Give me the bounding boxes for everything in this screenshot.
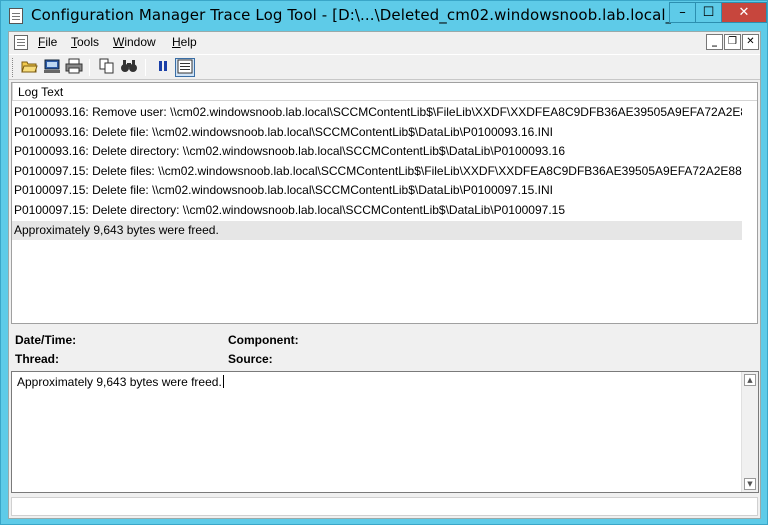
print-preview-icon[interactable] xyxy=(42,58,62,77)
menu-bar: File Tools Window Help _ ❐ ✕ xyxy=(9,32,760,54)
document-icon[interactable] xyxy=(14,35,28,50)
log-row-selected[interactable]: Approximately 9,643 bytes were freed. xyxy=(12,220,742,241)
status-bar xyxy=(9,494,760,518)
toolbar-separator xyxy=(89,59,90,76)
log-row[interactable]: P0100093.16: Delete directory: \\cm02.wi… xyxy=(12,142,742,162)
mdi-close-button[interactable]: ✕ xyxy=(742,34,759,50)
close-button[interactable]: ✕ xyxy=(721,2,767,23)
menu-help[interactable]: Help xyxy=(172,35,197,49)
log-text-column-label: Log Text xyxy=(18,85,64,99)
print-icon[interactable] xyxy=(64,58,84,77)
menu-help-rest: elp xyxy=(180,35,197,49)
log-row[interactable]: P0100093.16: Delete file: \\cm02.windows… xyxy=(12,123,742,143)
log-view-icon[interactable] xyxy=(175,58,195,77)
log-row[interactable]: P0100097.15: Delete file: \\cm02.windows… xyxy=(12,181,742,201)
maximize-button[interactable]: ☐ xyxy=(695,2,722,23)
scroll-down-icon[interactable]: ▼ xyxy=(744,478,756,490)
detail-text-value: Approximately 9,643 bytes were freed. xyxy=(17,375,222,389)
scroll-up-icon[interactable]: ▲ xyxy=(744,374,756,386)
app-window: Configuration Manager Trace Log Tool - [… xyxy=(0,0,768,525)
pause-icon[interactable] xyxy=(153,58,173,77)
log-rows: P0100093.16: Remove user: \\cm02.windows… xyxy=(12,103,757,241)
menu-window-key: W xyxy=(113,35,125,49)
menu-help-key: H xyxy=(172,35,181,49)
menu-window-rest: indow xyxy=(124,35,156,49)
client-area: File Tools Window Help _ ❐ ✕ Log Text P0… xyxy=(8,31,761,519)
log-row[interactable]: P0100097.15: Delete files: \\cm02.window… xyxy=(12,162,742,182)
menu-window[interactable]: Window xyxy=(113,35,156,49)
log-row[interactable]: P0100097.15: Delete directory: \\cm02.wi… xyxy=(12,201,742,221)
menu-tools[interactable]: Tools xyxy=(71,35,99,49)
log-list[interactable]: Log Text P0100093.16: Remove user: \\cm0… xyxy=(11,82,758,324)
thread-label: Thread: xyxy=(15,352,60,366)
menu-file[interactable]: File xyxy=(38,35,57,49)
text-caret xyxy=(222,375,224,388)
menu-file-rest: ile xyxy=(45,35,58,49)
detail-text-area[interactable]: Approximately 9,643 bytes were freed. ▲ … xyxy=(11,371,759,493)
column-edge xyxy=(12,83,13,101)
datetime-label: Date/Time: xyxy=(15,333,77,347)
toolbar-grip[interactable] xyxy=(12,58,15,77)
detail-text: Approximately 9,643 bytes were freed. xyxy=(17,375,224,389)
source-label: Source: xyxy=(228,352,273,366)
component-label: Component: xyxy=(228,333,299,347)
menu-tools-rest: ools xyxy=(77,35,100,49)
log-row[interactable]: P0100093.16: Remove user: \\cm02.windows… xyxy=(12,103,742,123)
title-bar[interactable]: Configuration Manager Trace Log Tool - [… xyxy=(1,1,767,31)
window-title: Configuration Manager Trace Log Tool - [… xyxy=(31,6,671,24)
toolbar-separator xyxy=(145,59,146,76)
open-folder-icon[interactable] xyxy=(20,58,40,77)
find-icon[interactable] xyxy=(119,58,139,77)
toolbar xyxy=(9,54,760,80)
mdi-restore-button[interactable]: ❐ xyxy=(724,34,741,50)
log-text-column-header[interactable]: Log Text xyxy=(12,83,757,101)
copy-icon[interactable] xyxy=(97,58,117,77)
mdi-minimize-button[interactable]: _ xyxy=(706,34,723,50)
vertical-scrollbar[interactable]: ▲ ▼ xyxy=(741,372,758,492)
minimize-button[interactable]: – xyxy=(669,2,696,23)
status-text xyxy=(11,497,758,516)
app-icon xyxy=(9,8,23,24)
details-panel: Date/Time: Component: Thread: Source: xyxy=(11,326,758,368)
